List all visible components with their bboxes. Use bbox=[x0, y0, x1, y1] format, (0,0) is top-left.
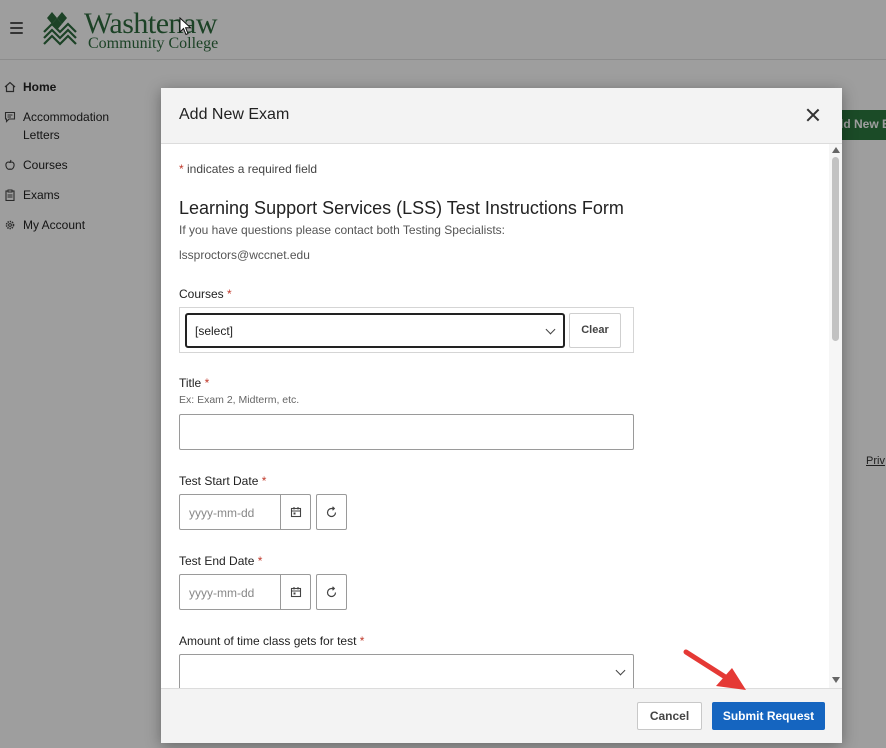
start-date-label-text: Test Start Date bbox=[179, 474, 259, 488]
annotation-arrow-icon bbox=[683, 649, 746, 690]
required-marker: * bbox=[359, 634, 365, 648]
clear-courses-button[interactable]: Clear bbox=[569, 313, 621, 348]
title-label-text: Title bbox=[179, 376, 202, 390]
submit-request-button[interactable]: Submit Request bbox=[712, 702, 825, 730]
dialog-scrollbar[interactable] bbox=[829, 144, 842, 688]
required-marker: * bbox=[179, 162, 184, 176]
end-date-label-text: Test End Date bbox=[179, 554, 255, 568]
required-marker: * bbox=[204, 376, 210, 390]
calendar-icon[interactable] bbox=[280, 495, 310, 529]
start-date-group: yyyy-mm-dd bbox=[179, 494, 311, 530]
chevron-down-icon bbox=[615, 665, 626, 676]
courses-select[interactable]: [select] bbox=[185, 313, 565, 348]
close-icon[interactable] bbox=[806, 108, 820, 122]
chevron-down-icon bbox=[545, 324, 556, 335]
mouse-cursor-icon bbox=[179, 17, 192, 36]
dialog-header: Add New Exam bbox=[161, 88, 842, 144]
time-amount-label-text: Amount of time class gets for test bbox=[179, 634, 357, 648]
reset-start-date-icon[interactable] bbox=[316, 494, 347, 530]
title-input[interactable] bbox=[179, 414, 634, 450]
form-heading: Learning Support Services (LSS) Test Ins… bbox=[179, 198, 624, 218]
form-subtitle: If you have questions please contact bot… bbox=[179, 223, 505, 237]
required-note-text: indicates a required field bbox=[187, 162, 318, 176]
required-marker: * bbox=[227, 287, 232, 301]
required-marker: * bbox=[257, 554, 263, 568]
end-date-input[interactable]: yyyy-mm-dd bbox=[180, 575, 280, 609]
cancel-button[interactable]: Cancel bbox=[637, 702, 702, 730]
courses-label: Courses * bbox=[179, 287, 232, 301]
time-amount-label: Amount of time class gets for test * bbox=[179, 634, 364, 648]
start-date-input[interactable]: yyyy-mm-dd bbox=[180, 495, 280, 529]
required-marker: * bbox=[261, 474, 267, 488]
courses-label-text: Courses bbox=[179, 287, 224, 301]
title-hint: Ex: Exam 2, Midterm, etc. bbox=[179, 394, 300, 406]
calendar-icon[interactable] bbox=[280, 575, 310, 609]
courses-field-group: [select] Clear bbox=[179, 307, 634, 353]
scroll-down-arrow-icon[interactable] bbox=[832, 677, 840, 683]
scrollbar-thumb[interactable] bbox=[832, 157, 839, 341]
time-amount-select[interactable] bbox=[179, 654, 634, 688]
required-field-note: * indicates a required field bbox=[179, 162, 317, 176]
reset-end-date-icon[interactable] bbox=[316, 574, 347, 610]
scroll-up-arrow-icon[interactable] bbox=[832, 147, 840, 153]
start-date-label: Test Start Date * bbox=[179, 474, 266, 488]
courses-selected-value: [select] bbox=[195, 324, 234, 338]
contact-email: lssproctors@wccnet.edu bbox=[179, 248, 310, 262]
end-date-label: Test End Date * bbox=[179, 554, 262, 568]
dialog-title: Add New Exam bbox=[179, 106, 290, 123]
end-date-group: yyyy-mm-dd bbox=[179, 574, 311, 610]
dialog-body[interactable]: * indicates a required field Learning Su… bbox=[161, 144, 829, 688]
title-label: Title * bbox=[179, 376, 209, 390]
